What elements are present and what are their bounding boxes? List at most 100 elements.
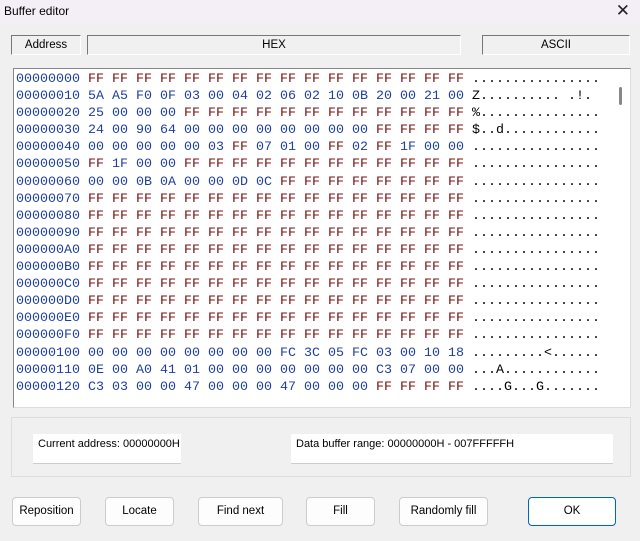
hex-byte[interactable]: 1F [112, 157, 128, 172]
hex-byte[interactable]: FF [376, 277, 392, 292]
close-icon[interactable]: ✕ [616, 1, 630, 21]
hex-byte[interactable]: 47 [280, 380, 296, 395]
hex-byte[interactable]: 04 [232, 89, 248, 104]
hex-byte[interactable]: FF [184, 311, 200, 326]
hex-byte[interactable]: 00 [160, 346, 176, 361]
hex-byte[interactable]: FF [112, 209, 128, 224]
hex-byte[interactable]: FF [184, 277, 200, 292]
hex-byte[interactable]: FF [424, 175, 440, 190]
hex-byte[interactable]: 00 [88, 140, 104, 155]
hex-byte[interactable]: 00 [112, 363, 128, 378]
hex-byte[interactable]: 00 [280, 123, 296, 138]
hex-byte[interactable]: FF [424, 328, 440, 343]
ok-button[interactable]: OK [528, 497, 616, 526]
hex-byte[interactable]: 00 [136, 380, 152, 395]
hex-byte[interactable]: FF [136, 209, 152, 224]
hex-byte[interactable]: FF [424, 277, 440, 292]
hex-byte[interactable]: FF [328, 277, 344, 292]
hex-byte[interactable]: FF [376, 311, 392, 326]
hex-byte[interactable]: FF [88, 277, 104, 292]
hex-byte[interactable]: 00 [304, 380, 320, 395]
hex-byte[interactable]: FF [280, 157, 296, 172]
hex-byte[interactable]: FF [136, 294, 152, 309]
hex-byte[interactable]: FF [328, 260, 344, 275]
row-ascii[interactable]: ................ [472, 226, 600, 241]
hex-byte[interactable]: FF [256, 106, 272, 121]
hex-byte[interactable]: 5A [88, 89, 104, 104]
hex-byte[interactable]: FF [232, 209, 248, 224]
hex-byte[interactable]: FF [352, 294, 368, 309]
hex-byte[interactable]: FF [184, 294, 200, 309]
hex-byte[interactable]: FF [448, 277, 464, 292]
hex-byte[interactable]: 3C [304, 346, 320, 361]
hex-byte[interactable]: FF [424, 226, 440, 241]
hex-byte[interactable]: FF [160, 311, 176, 326]
hex-byte[interactable]: FF [88, 209, 104, 224]
hex-byte[interactable]: FF [136, 277, 152, 292]
hex-byte[interactable]: FF [184, 243, 200, 258]
hex-byte[interactable]: FC [352, 346, 368, 361]
hex-byte[interactable]: FF [376, 123, 392, 138]
hex-byte[interactable]: FF [112, 72, 128, 87]
hex-byte[interactable]: FF [400, 380, 416, 395]
hex-byte[interactable]: FF [400, 243, 416, 258]
hex-byte[interactable]: FF [400, 106, 416, 121]
hex-byte[interactable]: FF [352, 209, 368, 224]
hex-byte[interactable]: 00 [208, 363, 224, 378]
hex-byte[interactable]: FF [448, 226, 464, 241]
hex-byte[interactable]: 00 [448, 89, 464, 104]
hex-byte[interactable]: 00 [280, 363, 296, 378]
hex-byte[interactable]: FF [448, 175, 464, 190]
hex-row[interactable]: 00000010 5A A5 F0 0F 03 00 04 02 06 02 1… [16, 88, 600, 105]
hex-row[interactable]: 00000040 00 00 00 00 00 03 FF 07 01 00 F… [16, 139, 600, 156]
hex-editor[interactable]: 00 00 00 00 FF FF FF FF FF FF FF FF FF FF F… [13, 68, 631, 408]
hex-byte[interactable]: 90 [136, 123, 152, 138]
hex-byte[interactable]: FF [448, 72, 464, 87]
hex-byte[interactable]: FF [88, 294, 104, 309]
hex-byte[interactable]: FF [256, 260, 272, 275]
hex-byte[interactable]: FF [448, 192, 464, 207]
row-ascii[interactable]: ................ [472, 294, 600, 309]
hex-row[interactable]: 00000120 C3 03 00 00 47 00 00 00 47 00 0… [16, 379, 600, 396]
hex-byte[interactable]: FF [280, 209, 296, 224]
hex-byte[interactable]: FF [184, 260, 200, 275]
hex-byte[interactable]: FF [304, 175, 320, 190]
hex-byte[interactable]: FF [352, 157, 368, 172]
hex-byte[interactable]: 00 [424, 140, 440, 155]
hex-byte[interactable]: FF [400, 72, 416, 87]
hex-byte[interactable]: FF [88, 328, 104, 343]
hex-byte[interactable]: FF [256, 294, 272, 309]
hex-byte[interactable]: FF [88, 243, 104, 258]
hex-byte[interactable]: FF [184, 192, 200, 207]
hex-byte[interactable]: FF [400, 192, 416, 207]
hex-byte[interactable]: FF [160, 294, 176, 309]
hex-byte[interactable]: FF [400, 260, 416, 275]
hex-byte[interactable]: FF [88, 260, 104, 275]
hex-row[interactable]: 00000000 FF FF FF FF FF FF FF FF FF FF F… [16, 71, 600, 88]
hex-byte[interactable]: 0F [160, 89, 176, 104]
hex-byte[interactable]: FF [232, 140, 248, 155]
hex-byte[interactable]: 00 [448, 140, 464, 155]
hex-byte[interactable]: 00 [136, 157, 152, 172]
hex-byte[interactable]: 00 [160, 157, 176, 172]
hex-byte[interactable]: FF [352, 243, 368, 258]
hex-byte[interactable]: FF [328, 192, 344, 207]
row-ascii[interactable]: ................ [472, 192, 600, 207]
hex-byte[interactable]: FF [424, 311, 440, 326]
hex-byte[interactable]: FF [160, 226, 176, 241]
hex-byte[interactable]: FF [184, 226, 200, 241]
hex-byte[interactable]: 20 [376, 89, 392, 104]
hex-byte[interactable]: FF [448, 243, 464, 258]
hex-byte[interactable]: 25 [88, 106, 104, 121]
hex-byte[interactable]: 00 [304, 140, 320, 155]
hex-byte[interactable]: FF [280, 106, 296, 121]
hex-byte[interactable]: FF [352, 175, 368, 190]
hex-byte[interactable]: 02 [256, 89, 272, 104]
hex-byte[interactable]: FF [400, 157, 416, 172]
hex-byte[interactable]: 00 [448, 363, 464, 378]
hex-byte[interactable]: FF [424, 157, 440, 172]
hex-byte[interactable]: FF [352, 226, 368, 241]
hex-byte[interactable]: 00 [232, 363, 248, 378]
hex-byte[interactable]: FF [400, 209, 416, 224]
hex-byte[interactable]: FF [280, 260, 296, 275]
